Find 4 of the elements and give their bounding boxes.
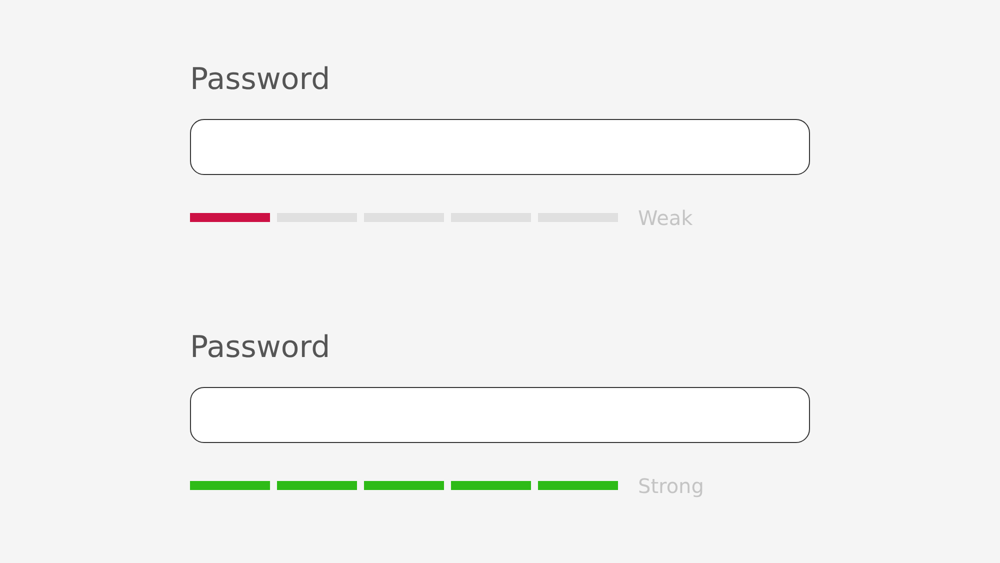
field-label: Password	[190, 62, 332, 98]
field-label: Password	[190, 330, 332, 366]
password-field[interactable]	[190, 119, 810, 175]
password-field[interactable]	[190, 387, 810, 443]
